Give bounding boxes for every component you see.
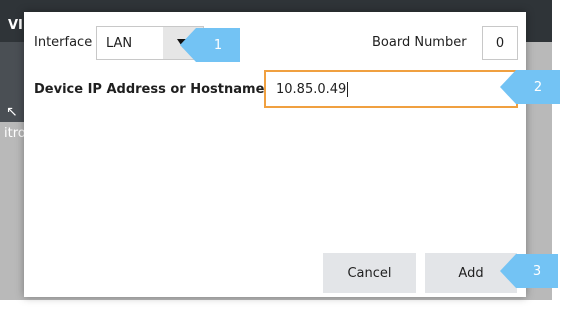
callout-1-number: 1 xyxy=(196,28,240,62)
cancel-button[interactable]: Cancel xyxy=(323,253,416,293)
ip-address-value: 10.85.0.49 xyxy=(276,82,349,97)
callout-3: 3 xyxy=(500,254,558,288)
board-number-value: 0 xyxy=(495,36,505,51)
interface-select-value: LAN xyxy=(106,36,133,51)
callout-arrow-icon xyxy=(500,254,516,288)
add-device-dialog: Interface LAN Board Number 0 Device IP A… xyxy=(24,12,526,297)
callout-2-number: 2 xyxy=(516,70,560,104)
background-title: VI xyxy=(8,18,23,33)
callout-arrow-icon xyxy=(500,70,516,104)
callout-arrow-icon xyxy=(180,28,196,62)
ip-address-input[interactable]: 10.85.0.49 xyxy=(264,70,518,108)
background-toolbar-label: itro xyxy=(4,126,26,141)
board-number-label: Board Number xyxy=(372,35,467,50)
callout-1: 1 xyxy=(180,28,240,62)
interface-label: Interface xyxy=(34,35,93,50)
callout-3-number: 3 xyxy=(516,254,558,288)
board-number-input[interactable]: 0 xyxy=(482,26,518,60)
ip-address-label: Device IP Address or Hostname xyxy=(34,82,265,97)
callout-2: 2 xyxy=(500,70,560,104)
text-caret xyxy=(347,82,349,97)
cursor-icon: ↖ xyxy=(6,104,18,120)
